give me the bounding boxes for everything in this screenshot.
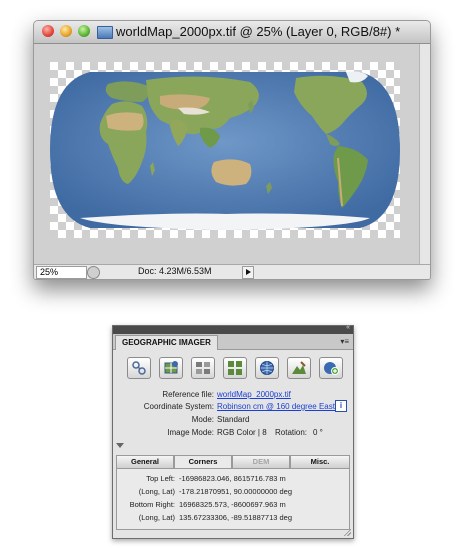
image-mode-label: Image Mode: — [167, 428, 214, 437]
geographic-imager-panel: « GEOGRAPHIC IMAGER ▾≡ Reference file: w… — [112, 324, 354, 539]
transform-icon — [164, 361, 178, 374]
zoom-window-button[interactable] — [78, 25, 90, 37]
panel-tab-row: GEOGRAPHIC IMAGER ▾≡ — [113, 334, 353, 350]
tab-misc[interactable]: Misc. — [290, 455, 350, 469]
status-menu-arrow-icon[interactable] — [242, 266, 254, 279]
tile-button[interactable] — [223, 357, 247, 379]
tab-corners[interactable]: Corners — [174, 455, 232, 469]
terrain-shader-icon — [292, 361, 306, 374]
image-mode-value: RGB Color | 8 — [217, 428, 267, 437]
bottom-right-longlat-label: (Long, Lat) — [138, 513, 175, 522]
info-icon[interactable]: i — [335, 400, 347, 412]
tab-dem: DEM — [232, 455, 290, 469]
minimize-window-button[interactable] — [60, 25, 72, 37]
reference-file-link[interactable]: worldMap_2000px.tif — [217, 390, 291, 399]
doc-size-readout: Doc: 4.23M/6.53M — [138, 266, 212, 276]
detail-tabs: General Corners DEM Misc. — [116, 455, 350, 469]
import-button[interactable] — [319, 357, 343, 379]
import-icon — [324, 362, 339, 375]
transform-button[interactable] — [159, 357, 183, 379]
reference-file-label: Reference file: — [162, 390, 214, 399]
corners-content: Top Left: -16986823.046, 8615716.783 m (… — [116, 468, 350, 530]
status-info-icon[interactable] — [87, 266, 100, 279]
bottom-right-value: 16968325.573, -8600697.963 m — [179, 500, 286, 509]
close-window-button[interactable] — [42, 25, 54, 37]
top-left-longlat-value: -178.21870951, 90.00000000 deg — [179, 487, 293, 496]
window-titlebar[interactable]: worldMap_2000px.tif @ 25% (Layer 0, RGB/… — [34, 21, 430, 44]
document-title: worldMap_2000px.tif @ 25% (Layer 0, RGB/… — [116, 24, 401, 39]
mosaic-icon — [196, 362, 210, 374]
rotation-label: Rotation: — [275, 428, 308, 437]
panel-header-bar[interactable]: « — [113, 324, 353, 334]
tab-geographic-imager[interactable]: GEOGRAPHIC IMAGER — [115, 335, 218, 350]
status-bar: 25% Doc: 4.23M/6.53M — [34, 264, 430, 279]
australia-landmass — [211, 159, 252, 186]
globe-projection-button[interactable] — [255, 357, 279, 379]
coord-system-link[interactable]: Robinson cm @ 160 degree East — [217, 402, 335, 411]
top-left-longlat-label: (Long, Lat) — [138, 487, 175, 496]
tile-icon — [228, 361, 242, 375]
mode-value: Standard — [217, 415, 250, 424]
bottom-right-longlat-value: 135.67233306, -89.51887713 deg — [179, 513, 293, 522]
top-left-label: Top Left: — [146, 474, 175, 483]
canvas-area[interactable] — [34, 44, 420, 265]
world-map-image — [50, 71, 400, 230]
top-left-value: -16986823.046, 8615716.783 m — [179, 474, 286, 483]
georeference-button[interactable] — [127, 357, 151, 379]
panel-menu-icon[interactable]: ▾≡ — [340, 337, 349, 346]
coord-system-label: Coordinate System: — [143, 402, 214, 411]
vertical-scrollbar[interactable] — [419, 44, 430, 265]
tab-general[interactable]: General — [116, 455, 174, 469]
mosaic-button[interactable] — [191, 357, 215, 379]
georeference-icon — [132, 361, 146, 375]
rotation-value: 0 ° — [313, 428, 323, 437]
disclosure-triangle-icon[interactable] — [116, 443, 124, 448]
collapse-panel-icon[interactable]: « — [346, 324, 350, 331]
terrain-shader-button[interactable] — [287, 357, 311, 379]
globe-projection-icon — [260, 361, 274, 375]
bottom-right-label: Bottom Right: — [129, 500, 175, 509]
tif-file-icon — [97, 26, 113, 39]
resize-grip-icon[interactable] — [343, 528, 351, 536]
zoom-level-field[interactable]: 25% — [36, 266, 87, 279]
sahara-desert — [106, 112, 144, 131]
mode-label: Mode: — [191, 415, 214, 424]
document-window: worldMap_2000px.tif @ 25% (Layer 0, RGB/… — [33, 20, 431, 280]
